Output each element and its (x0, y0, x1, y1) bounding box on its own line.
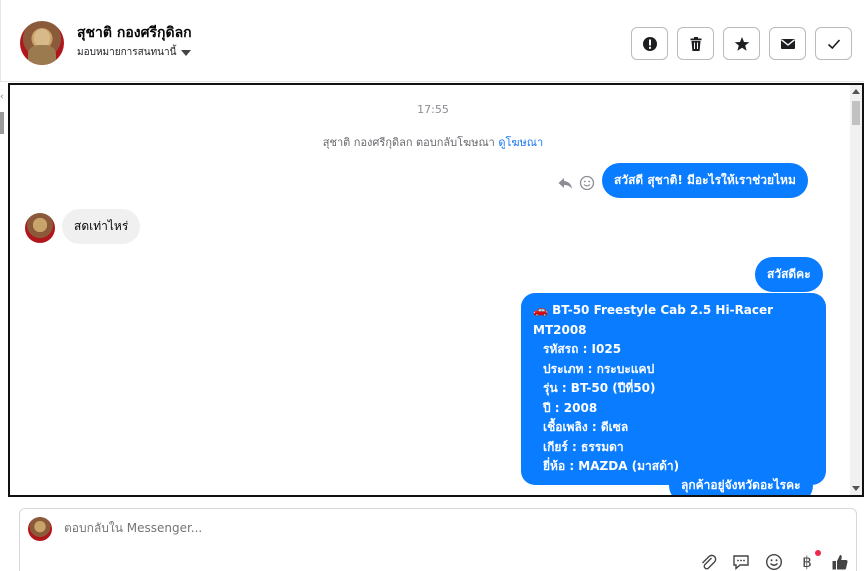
emoji-button[interactable] (764, 552, 784, 571)
conversation-header: สุชาติ กองศรีกุดิลก มอบหมายการสนทนานี้ (0, 0, 864, 82)
outgoing-message[interactable]: สวัสดี สุชาติ! มีอะไรให้เราช่วยไหม (602, 163, 808, 198)
contact-avatar[interactable] (20, 21, 64, 65)
car-detail-line: ประเภท : กระบะแคป (543, 361, 655, 376)
speech-bubble-icon (733, 555, 749, 571)
scroll-thumb[interactable] (852, 101, 860, 125)
smiley-icon (765, 553, 783, 571)
scroll-up-icon[interactable] (852, 89, 860, 94)
thread-scrollbar[interactable] (850, 85, 862, 495)
car-detail-line: เชื้อเพลิง : ดีเซล (543, 420, 629, 434)
notification-dot (815, 550, 821, 556)
baht-icon: ฿ (802, 553, 812, 571)
saved-replies-button[interactable] (731, 552, 751, 571)
envelope-icon (780, 38, 795, 49)
assign-conversation-dropdown[interactable]: มอบหมายการสนทนานี้ (77, 45, 192, 60)
message-thread[interactable]: 17:55 สุชาติ กองศรีกุดิลก ตอบกลับโฆษณา ด… (8, 83, 864, 497)
car-emoji-icon: 🚗 (533, 303, 548, 317)
car-detail-line: ปี : 2008 (543, 400, 598, 415)
attach-button[interactable] (698, 552, 718, 571)
page-avatar (28, 517, 52, 541)
reply-input[interactable] (64, 521, 664, 535)
thumbs-up-icon (832, 555, 848, 570)
ad-reply-note: สุชาติ กองศรีกุดิลก ตอบกลับโฆษณา ดูโฆษณา (10, 133, 856, 151)
left-panel-handle[interactable] (0, 112, 4, 134)
contact-avatar-small (25, 213, 55, 243)
payment-button[interactable]: ฿ (797, 550, 821, 571)
car-detail-line: รุ่น : BT-50 (ปีที่50) (543, 381, 656, 395)
collapse-arrow-icon[interactable]: ‹ (0, 92, 4, 102)
ad-reply-text: สุชาติ กองศรีกุดิลก ตอบกลับโฆษณา (322, 136, 495, 149)
star-button[interactable] (723, 27, 760, 60)
emoji-reaction-icon[interactable] (579, 175, 595, 191)
car-detail-line: เกียร์ : ธรรมดา (543, 439, 624, 454)
message-timestamp: 17:55 (417, 103, 449, 116)
message-tools (557, 175, 595, 191)
outgoing-message[interactable]: สวัสดีคะ (755, 257, 823, 292)
composer-tools: ฿ (698, 550, 850, 571)
car-details-message[interactable]: 🚗 BT-50 Freestyle Cab 2.5 Hi-Racer MT200… (521, 293, 826, 485)
contact-name[interactable]: สุชาติ กองศรีกุดิลก (77, 22, 192, 44)
done-button[interactable] (815, 27, 852, 60)
alert-icon (642, 36, 657, 51)
view-ad-link[interactable]: ดูโฆษณา (498, 136, 543, 149)
incoming-message[interactable]: สดเท่าไหร่ (62, 209, 141, 244)
star-icon (734, 36, 749, 51)
spam-button[interactable] (631, 27, 668, 60)
trash-icon (690, 36, 701, 51)
car-title: BT-50 Freestyle Cab 2.5 Hi-Racer MT2008 (533, 303, 774, 337)
paperclip-icon (702, 554, 717, 570)
assign-label: มอบหมายการสนทนานี้ (77, 47, 177, 58)
car-detail-line: รหัสรถ : I025 (543, 342, 622, 356)
like-button[interactable] (830, 552, 850, 571)
mark-unread-button[interactable] (769, 27, 806, 60)
header-actions (631, 27, 852, 60)
car-title-line: 🚗 BT-50 Freestyle Cab 2.5 Hi-Racer MT200… (533, 301, 814, 340)
caret-down-icon (181, 49, 192, 56)
scroll-down-icon[interactable] (852, 486, 860, 491)
outgoing-message[interactable]: ลุกค้าอยู่จังหวัดอะไรคะ (669, 468, 813, 495)
check-icon (827, 38, 840, 49)
message-composer: ฿ (19, 508, 857, 571)
delete-button[interactable] (677, 27, 714, 60)
reply-icon[interactable] (557, 175, 573, 191)
